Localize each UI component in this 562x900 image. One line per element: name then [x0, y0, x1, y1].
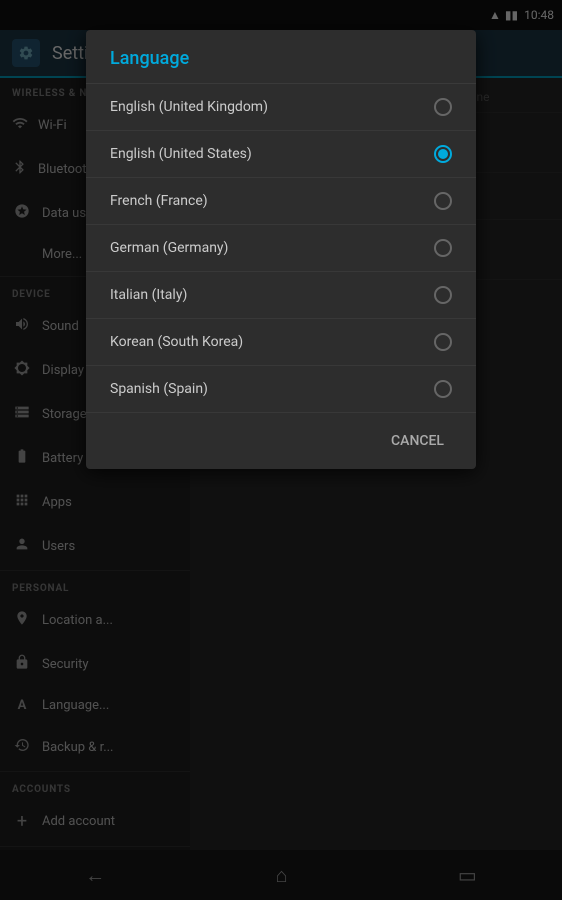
german-radio[interactable] — [434, 239, 452, 257]
spanish-label: Spanish (Spain) — [110, 381, 208, 397]
italian-radio[interactable] — [434, 286, 452, 304]
english-us-label: English (United States) — [110, 146, 252, 162]
english-uk-label: English (United Kingdom) — [110, 99, 268, 115]
modal-overlay: Language English (United Kingdom) Englis… — [0, 0, 562, 900]
modal-option-italian[interactable]: Italian (Italy) — [86, 272, 476, 319]
french-radio[interactable] — [434, 192, 452, 210]
modal-option-french[interactable]: French (France) — [86, 178, 476, 225]
korean-label: Korean (South Korea) — [110, 334, 243, 350]
modal-option-spanish[interactable]: Spanish (Spain) — [86, 366, 476, 413]
english-us-radio[interactable] — [434, 145, 452, 163]
modal-option-german[interactable]: German (Germany) — [86, 225, 476, 272]
modal-title: Language — [86, 30, 476, 84]
english-uk-radio[interactable] — [434, 98, 452, 116]
modal-option-korean[interactable]: Korean (South Korea) — [86, 319, 476, 366]
german-label: German (Germany) — [110, 240, 228, 256]
language-modal: Language English (United Kingdom) Englis… — [86, 30, 476, 469]
modal-actions: Cancel — [86, 413, 476, 469]
italian-label: Italian (Italy) — [110, 287, 187, 303]
cancel-button[interactable]: Cancel — [375, 425, 460, 457]
korean-radio[interactable] — [434, 333, 452, 351]
modal-option-english-uk[interactable]: English (United Kingdom) — [86, 84, 476, 131]
french-label: French (France) — [110, 193, 208, 209]
modal-option-english-us[interactable]: English (United States) — [86, 131, 476, 178]
spanish-radio[interactable] — [434, 380, 452, 398]
